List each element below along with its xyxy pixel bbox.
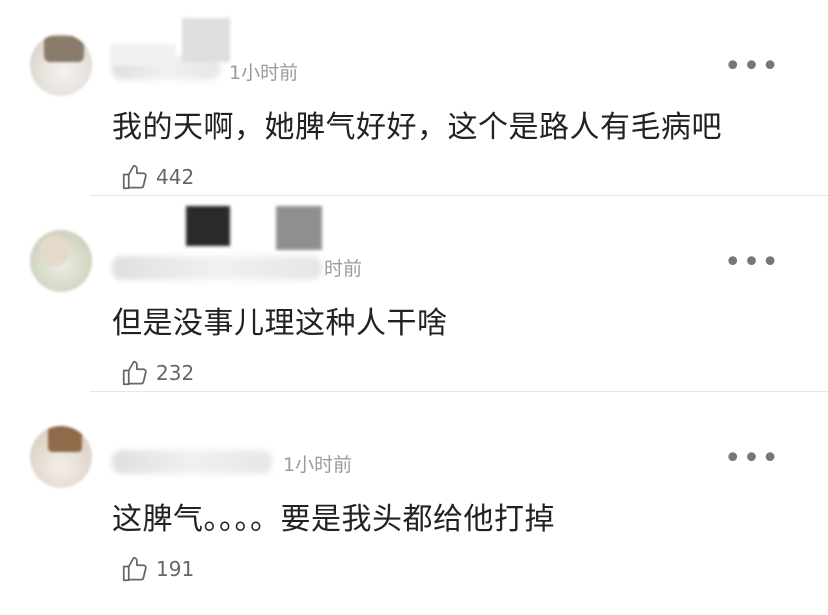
comment-text: 但是没事儿理这种人干啥 [112, 306, 448, 341]
comment-item: 1小时前 ••• 这脾气。。。。要是我头都给他打掉 191 [0, 392, 828, 588]
avatar[interactable] [30, 34, 92, 96]
thumbs-up-icon [122, 164, 147, 190]
comment-item: 1小时前 ••• 我的天啊，她脾气好好，这个是路人有毛病吧 442 [0, 0, 828, 196]
redaction-mosaic [110, 44, 176, 66]
like-count: 442 [156, 165, 195, 189]
like-count: 191 [156, 557, 195, 581]
more-dots-icon[interactable]: ••• [724, 248, 780, 278]
like-button[interactable]: 442 [120, 162, 194, 192]
comment-list: 1小时前 ••• 我的天啊，她脾气好好，这个是路人有毛病吧 442 时前 •••… [0, 0, 828, 615]
redaction-mosaic [182, 18, 230, 62]
like-count: 232 [156, 361, 195, 385]
redaction-mosaic [276, 206, 322, 250]
comment-time: 时前 [324, 258, 363, 280]
thumbs-up-icon [122, 556, 147, 582]
more-dots-icon[interactable]: ••• [724, 444, 780, 474]
comment-time: 1小时前 [229, 62, 299, 84]
comment-text: 这脾气。。。。要是我头都给他打掉 [112, 502, 555, 537]
comment-item: 时前 ••• 但是没事儿理这种人干啥 232 [0, 196, 828, 392]
like-button[interactable]: 191 [120, 554, 194, 584]
like-button[interactable]: 232 [120, 358, 194, 388]
username-redacted[interactable] [112, 450, 272, 474]
comment-time: 1小时前 [283, 454, 353, 476]
username-redacted[interactable] [112, 256, 322, 280]
avatar[interactable] [30, 426, 92, 488]
more-dots-icon[interactable]: ••• [724, 52, 780, 82]
avatar[interactable] [30, 230, 92, 292]
comment-text: 我的天啊，她脾气好好，这个是路人有毛病吧 [112, 110, 722, 145]
redaction-mosaic [186, 206, 230, 246]
thumbs-up-icon [122, 360, 147, 386]
